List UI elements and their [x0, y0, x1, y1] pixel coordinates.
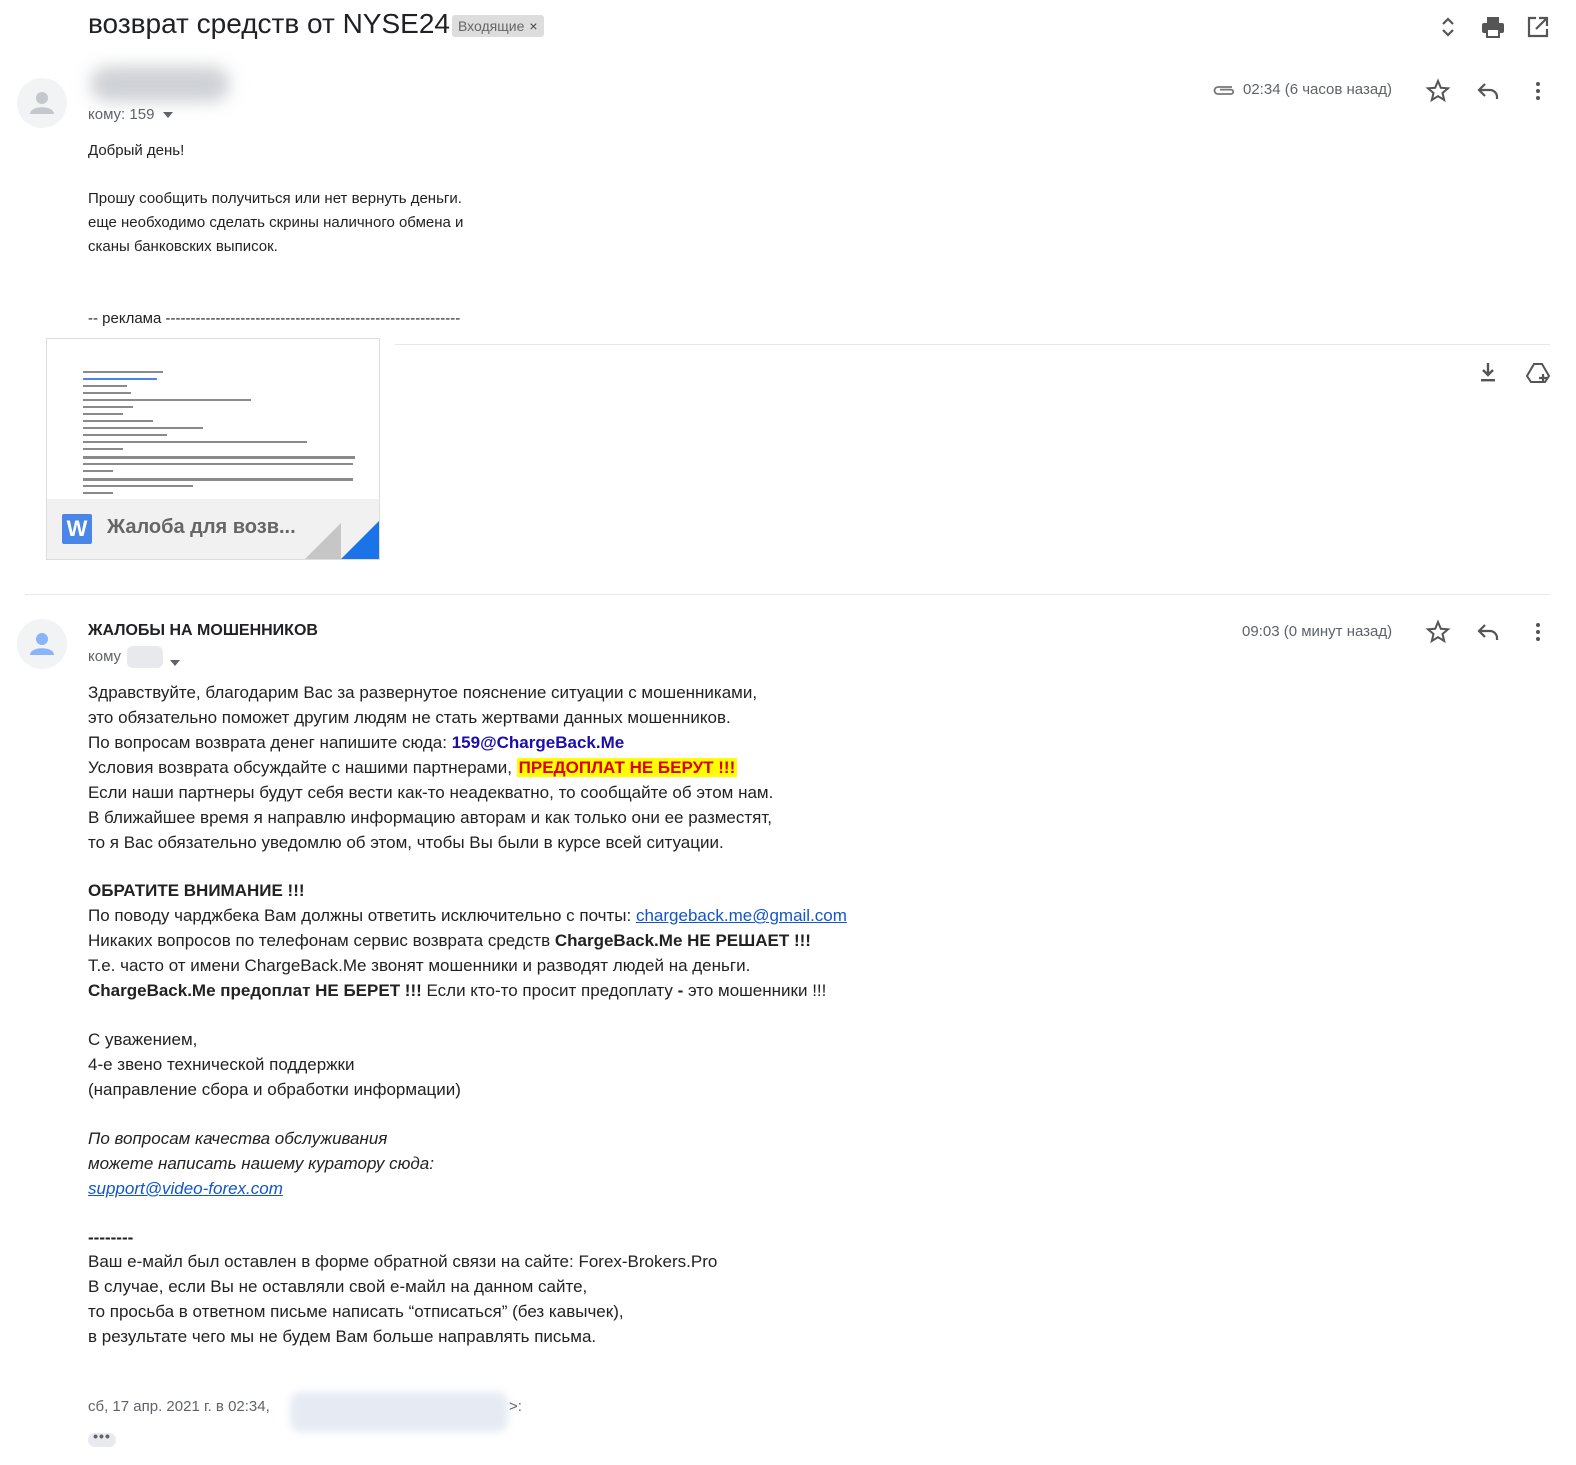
support-email-link[interactable]: support@video-forex.com	[88, 1179, 283, 1198]
page-fold-corner	[341, 521, 379, 559]
reply-icon[interactable]	[1475, 78, 1501, 104]
expand-collapse-icon[interactable]	[1435, 14, 1461, 40]
body-line: Т.е. часто от имени ChargeBack.Me звонят…	[88, 956, 751, 975]
body-line: По поводу чарджбека Вам должны ответить …	[88, 903, 847, 928]
highlighted-warning: ПРЕДОПЛАТ НЕ БЕРУТ !!!	[516, 758, 738, 777]
message-timestamp: 02:34 (6 часов назад)	[1243, 81, 1392, 98]
quoted-header-end: >:	[509, 1398, 522, 1415]
sender-name: ЖАЛОБЫ НА МОШЕННИКОВ	[88, 622, 318, 639]
email-subject: возврат средств от NYSE24	[88, 8, 450, 39]
reply-icon[interactable]	[1475, 619, 1501, 645]
body-text: Никаких вопросов по телефонам сервис воз…	[88, 931, 555, 950]
body-line: Никаких вопросов по телефонам сервис воз…	[88, 928, 811, 953]
sender-avatar	[17, 619, 67, 669]
body-line: В ближайшее время я направлю информацию …	[88, 808, 773, 827]
divider	[395, 344, 1550, 345]
body-text: Условия возврата обсуждайте с нашими пар…	[88, 758, 517, 777]
print-icon[interactable]	[1480, 14, 1506, 40]
remove-label-icon[interactable]: ×	[529, 18, 537, 34]
bold-text: ChargeBack.Me предоплат НЕ БЕРЕТ !!!	[88, 981, 422, 1000]
open-in-new-window-icon[interactable]	[1525, 14, 1551, 40]
save-to-drive-icon[interactable]	[1525, 360, 1551, 386]
star-icon[interactable]	[1425, 619, 1451, 645]
body-line: это обязательно поможет другим людям не …	[88, 708, 731, 727]
chargeback-email-link[interactable]: 159@ChargeBack.Me	[452, 733, 625, 752]
quality-line: можете написать нашему куратору сюда:	[88, 1154, 434, 1173]
footer-line: Ваш е-майл был оставлен в форме обратной…	[88, 1252, 718, 1271]
word-doc-icon: W	[62, 514, 92, 544]
more-options-icon[interactable]	[1525, 619, 1551, 645]
quality-line: По вопросам качества обслуживания	[88, 1129, 388, 1148]
attention-heading: ОБРАТИТЕ ВНИМАНИЕ !!!	[88, 878, 305, 903]
body-line: то я Вас обязательно уведомлю об этом, ч…	[88, 833, 724, 852]
body-line: сканы банковских выписок.	[88, 238, 278, 255]
body-text: это мошенники !!!	[683, 981, 827, 1000]
message-divider	[25, 594, 1550, 595]
body-line: Добрый день!	[88, 142, 185, 159]
body-line: Условия возврата обсуждайте с нашими пар…	[88, 755, 738, 780]
body-line: ChargeBack.Me предоплат НЕ БЕРЕТ !!! Есл…	[88, 978, 826, 1003]
footer-line: то просьба в ответном письме написать “о…	[88, 1302, 624, 1321]
more-options-icon[interactable]	[1525, 78, 1551, 104]
show-trimmed-content-button[interactable]: •••	[88, 1429, 116, 1447]
recipient-line[interactable]: кому: 159	[88, 106, 174, 123]
bold-text: ChargeBack.Me НЕ РЕШАЕТ !!!	[554, 931, 811, 950]
separator-text: --------	[88, 1228, 134, 1247]
attachment-clip-icon	[1212, 80, 1236, 100]
body-line: еще необходимо сделать скрины наличного …	[88, 214, 464, 231]
chevron-down-icon[interactable]	[163, 112, 174, 119]
body-text: Если кто-то просит предоплату	[421, 981, 678, 1000]
separator-line: --------	[88, 1225, 133, 1250]
attachment-name: Жалоба для возв...	[107, 516, 296, 538]
support-link-line: support@video-forex.com	[88, 1176, 283, 1201]
recipient-label[interactable]: кому	[88, 648, 121, 665]
footer-line: В случае, если Вы не оставляли свой е-ма…	[88, 1277, 588, 1296]
label-inbox-text: Входящие	[458, 18, 525, 34]
quoted-sender-blurred	[290, 1392, 508, 1432]
attachment-footer: W Жалоба для возв...	[47, 499, 379, 559]
sender-name-blurred	[90, 66, 230, 102]
recipient-blurred	[127, 646, 163, 668]
body-text: По поводу чарджбека Вам должны ответить …	[88, 906, 636, 925]
recipient-text: кому: 159	[88, 106, 155, 123]
ad-separator: -- реклама -----------------------------…	[88, 310, 461, 327]
body-line: По вопросам возврата денег напишите сюда…	[88, 730, 624, 755]
body-line: Здравствуйте, благодарим Вас за разверну…	[88, 683, 758, 702]
sender-avatar	[17, 78, 67, 128]
body-line: Если наши партнеры будут себя вести как-…	[88, 783, 774, 802]
quoted-header: сб, 17 апр. 2021 г. в 02:34,	[88, 1398, 270, 1415]
body-text: По вопросам возврата денег напишите сюда…	[88, 733, 452, 752]
star-icon[interactable]	[1425, 78, 1451, 104]
attachment-card[interactable]: W Жалоба для возв...	[46, 338, 380, 560]
attachment-preview	[47, 339, 379, 499]
attention-text: ОБРАТИТЕ ВНИМАНИЕ !!!	[88, 881, 305, 900]
message-timestamp: 09:03 (0 минут назад)	[1242, 623, 1393, 640]
label-inbox[interactable]: Входящие ×	[452, 15, 544, 37]
footer-line: в результате чего мы не будем Вам больше…	[88, 1327, 597, 1346]
page-fold-shadow	[305, 523, 341, 559]
chevron-down-icon[interactable]	[170, 654, 180, 672]
body-line: Прошу сообщить получиться или нет вернут…	[88, 190, 462, 207]
signature-line: (направление сбора и обработки информаци…	[88, 1080, 461, 1099]
download-icon[interactable]	[1475, 360, 1501, 386]
signature-line: 4-е звено технической поддержки	[88, 1055, 355, 1074]
gmail-link[interactable]: chargeback.me@gmail.com	[636, 906, 847, 925]
signature-line: С уважением,	[88, 1030, 198, 1049]
